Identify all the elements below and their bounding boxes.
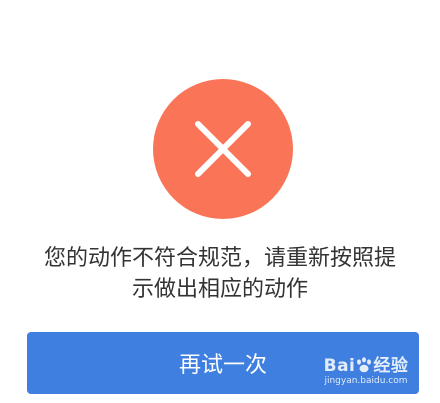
paw-icon — [357, 357, 372, 373]
error-message-line-2: 示做出相应的动作 — [131, 277, 308, 302]
watermark-suffix: 经验 — [373, 356, 409, 376]
watermark-brand: Bai — [323, 356, 356, 376]
error-indicator — [153, 79, 293, 219]
watermark-url: jingyan.baidu.com — [324, 376, 408, 386]
close-icon — [195, 121, 251, 177]
baidu-jingyan-watermark: Bai 经验 jingyan.baidu.com — [320, 356, 412, 387]
watermark-logo: Bai 经验 — [320, 356, 412, 376]
error-message-line-1: 您的动作不符合规范，请重新按照提 — [43, 246, 396, 271]
error-message: 您的动作不符合规范，请重新按照提 示做出相应的动作 — [0, 243, 440, 305]
